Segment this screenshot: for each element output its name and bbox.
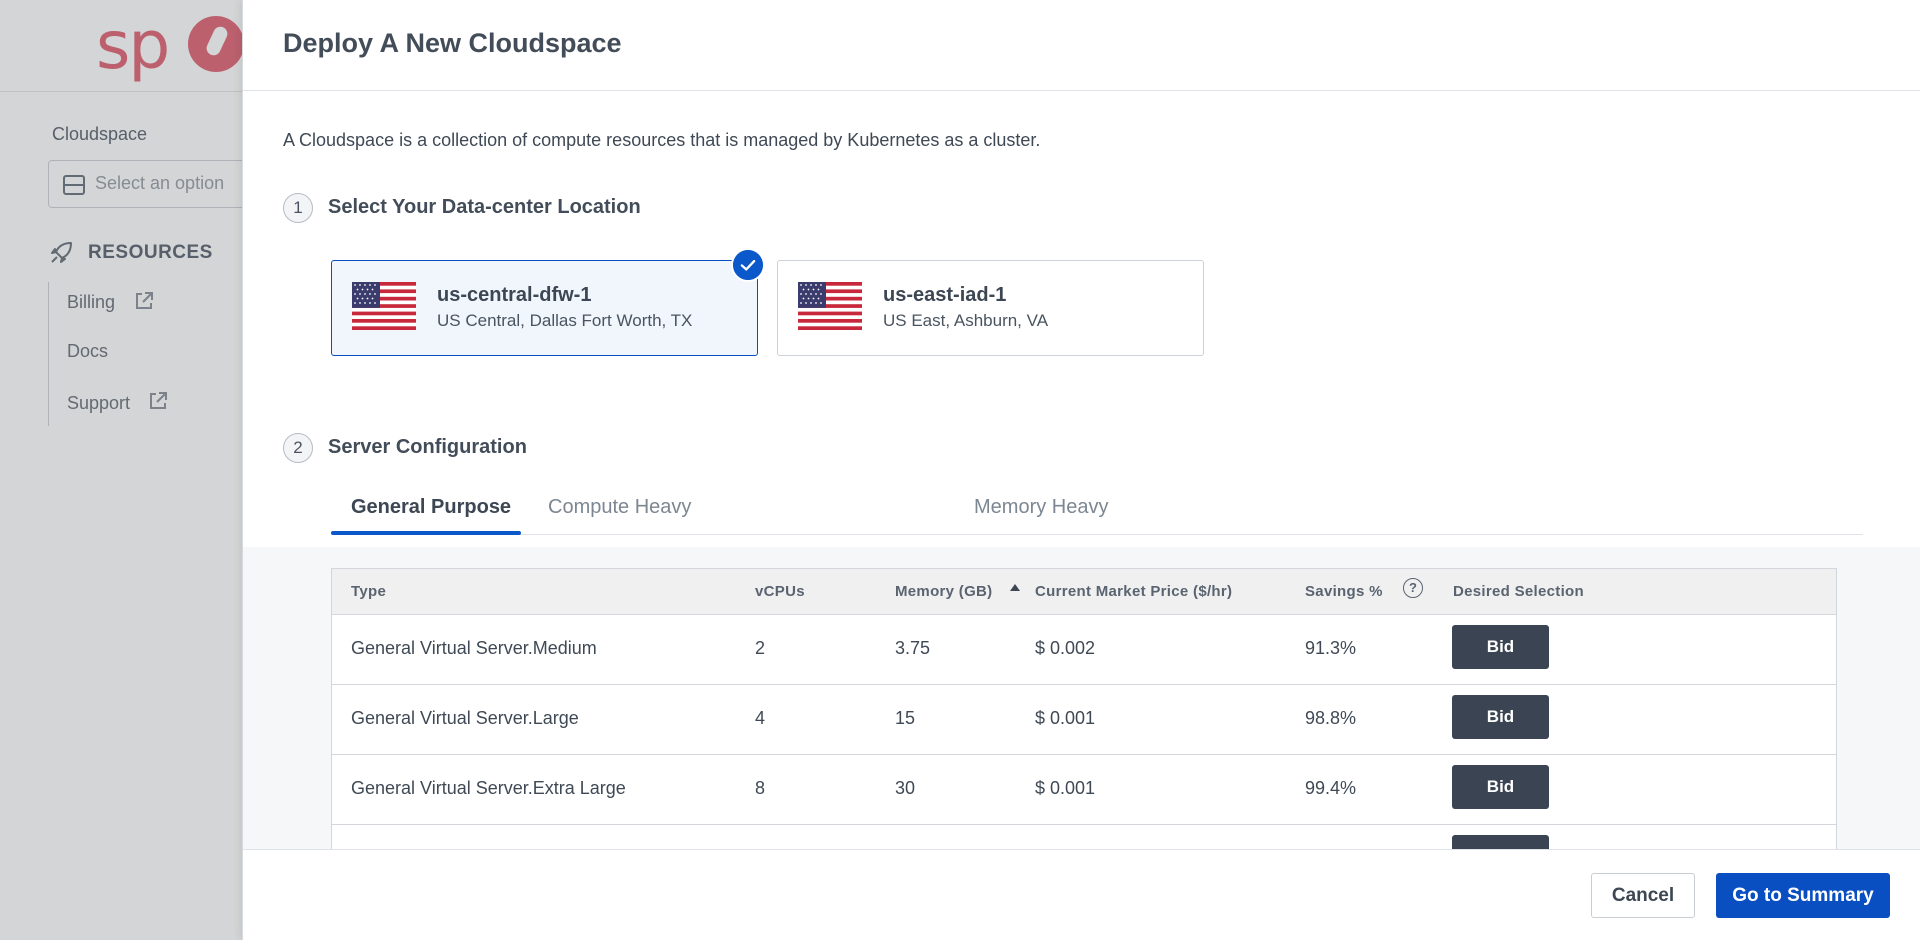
cell-price: $ 0.001 (1035, 708, 1096, 728)
modal-title: Deploy A New Cloudspace (283, 28, 622, 58)
cell-memory: 30 (895, 778, 916, 798)
cell-type: General Virtual Server.Medium (351, 638, 597, 658)
column-header-memory[interactable]: Memory (GB) (895, 583, 992, 600)
bid-button[interactable]: Bid (1452, 625, 1549, 669)
table-row: General Virtual Server.Medium 2 3.75 $ 0… (332, 615, 1836, 685)
column-header-selection: Desired Selection (1453, 583, 1584, 600)
server-table: Type vCPUs Memory (GB) Current Market Pr… (331, 568, 1837, 849)
column-header-type[interactable]: Type (351, 583, 386, 600)
step-number: 1 (283, 193, 313, 223)
question-circle-icon[interactable]: ? (1403, 578, 1423, 598)
sort-ascending-icon (1010, 584, 1020, 591)
cell-savings: 91.3% (1305, 638, 1357, 658)
check-icon (731, 248, 765, 282)
location-card-dfw[interactable]: us-central-dfw-1 US Central, Dallas Fort… (331, 260, 758, 356)
step-number: 2 (283, 433, 313, 463)
column-header-price[interactable]: Current Market Price ($/hr) (1035, 583, 1232, 600)
deploy-cloudspace-modal: Deploy A New Cloudspace A Cloudspace is … (242, 0, 1920, 940)
bid-button[interactable]: Bid (1452, 765, 1549, 809)
cell-price: $ 0.002 (1035, 638, 1096, 658)
cell-price: $ 0.001 (1035, 778, 1096, 798)
table-row: General Virtual Server.Extra Large 8 30 … (332, 755, 1836, 825)
table-container: Type vCPUs Memory (GB) Current Market Pr… (243, 547, 1920, 849)
bid-button[interactable]: Bid (1452, 695, 1549, 739)
table-header: Type vCPUs Memory (GB) Current Market Pr… (332, 569, 1836, 615)
us-flag-icon (798, 282, 862, 330)
step-label: Select Your Data-center Location (328, 196, 641, 218)
cell-savings: 98.8% (1305, 708, 1357, 728)
go-to-summary-button[interactable]: Go to Summary (1716, 873, 1890, 918)
cancel-button[interactable]: Cancel (1591, 873, 1695, 918)
location-name: us-central-dfw-1 (437, 284, 592, 306)
cell-vcpus: 2 (755, 638, 766, 658)
cell-vcpus: 8 (755, 778, 766, 798)
step-label: Server Configuration (328, 436, 527, 458)
location-name: us-east-iad-1 (883, 284, 1007, 306)
table-row (332, 825, 1836, 849)
table-row: General Virtual Server.Large 4 15 $ 0.00… (332, 685, 1836, 755)
cell-savings: 99.4% (1305, 778, 1357, 798)
modal-body[interactable]: A Cloudspace is a collection of compute … (243, 91, 1920, 849)
tab-memory-heavy[interactable]: Memory Heavy (974, 496, 1108, 519)
us-flag-icon (352, 282, 416, 330)
column-header-savings[interactable]: Savings % (1305, 583, 1383, 600)
cell-type: General Virtual Server.Extra Large (351, 778, 626, 798)
tab-compute-heavy[interactable]: Compute Heavy (548, 496, 691, 519)
active-tab-indicator (331, 531, 521, 535)
location-card-iad[interactable]: us-east-iad-1 US East, Ashburn, VA (777, 260, 1204, 356)
location-description: US East, Ashburn, VA (883, 311, 1049, 330)
cell-memory: 15 (895, 708, 916, 728)
bid-button-partial[interactable] (1452, 835, 1549, 849)
tab-general-purpose[interactable]: General Purpose (351, 496, 511, 519)
cell-vcpus: 4 (755, 708, 766, 728)
modal-footer: Cancel Go to Summary (243, 849, 1920, 940)
cell-type: General Virtual Server.Large (351, 708, 579, 728)
modal-header: Deploy A New Cloudspace (243, 0, 1920, 91)
column-header-vcpus[interactable]: vCPUs (755, 583, 805, 600)
server-type-tabs: General Purpose Compute Heavy Memory Hea… (331, 486, 1863, 535)
location-description: US Central, Dallas Fort Worth, TX (437, 311, 693, 330)
intro-text: A Cloudspace is a collection of compute … (283, 130, 1041, 150)
cell-memory: 3.75 (895, 638, 931, 658)
